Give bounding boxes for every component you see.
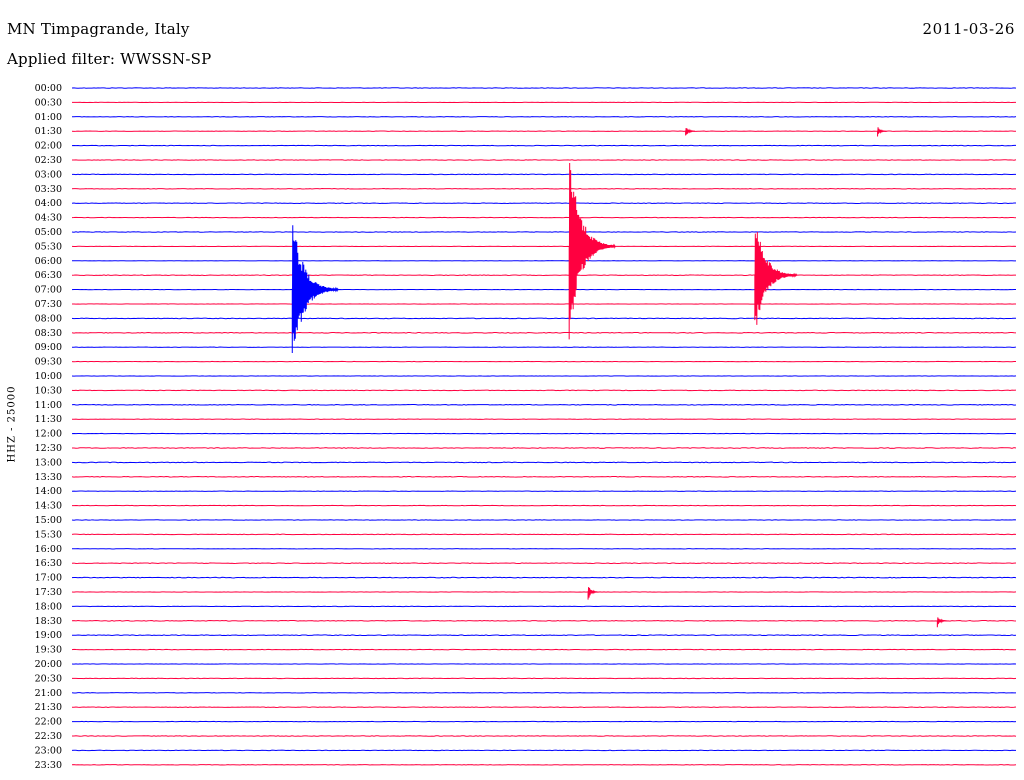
row-label: 12:30 [35,443,62,454]
event-waveform [587,587,599,600]
trace-line [71,476,1017,478]
row-label: 21:00 [35,688,62,699]
row-label: 11:00 [35,400,62,411]
row-label: 22:00 [35,717,62,728]
row-label: 22:30 [35,731,62,742]
trace-line [71,562,1017,565]
seismogram-plot: 00:00 00:30 01:00 01:30 02:00 02:30 03:00 03:30… [35,83,1017,771]
row-labels: 00:00 00:30 01:00 01:30 02:00 02:30 03:00 03:30… [35,83,62,771]
trace-line [72,735,1017,737]
trace-line [71,188,1017,190]
row-label: 07:00 [35,285,62,296]
events [291,127,947,628]
trace-line [71,576,1017,579]
row-label: 18:00 [35,601,62,612]
trace-line [71,634,1017,637]
row-label: 23:30 [35,760,62,771]
row-label: 10:00 [35,371,62,382]
row-label: 04:00 [35,198,62,209]
event-waveform [685,127,696,136]
row-label: 15:00 [35,515,62,526]
row-label: 00:30 [35,97,62,108]
row-label: 15:30 [35,529,62,540]
trace-line [71,331,1017,334]
row-label: 07:30 [35,299,62,310]
row-label: 09:30 [35,357,62,368]
row-label: 06:00 [35,256,62,267]
row-label: 13:00 [35,457,62,468]
row-label: 10:30 [35,385,62,396]
row-label: 18:30 [35,616,62,627]
row-label: 03:00 [35,169,62,180]
row-label: 13:30 [35,472,62,483]
trace-line [72,706,1017,708]
trace-line [71,461,1017,464]
row-label: 08:30 [35,328,62,339]
trace-line [71,274,1017,276]
row-label: 17:00 [35,573,62,584]
trace-line [71,317,1017,320]
trace-line [71,619,1017,622]
row-label: 02:00 [35,141,62,152]
row-label: 01:00 [35,112,62,123]
row-label: 08:00 [35,313,62,324]
row-label: 03:30 [35,184,62,195]
row-label: 14:00 [35,486,62,497]
trace-line [71,389,1017,392]
row-label: 11:30 [35,414,62,425]
row-label: 20:00 [35,659,62,670]
row-label: 23:00 [35,745,62,756]
row-label: 00:00 [35,83,62,94]
row-label: 05:30 [35,241,62,252]
row-label: 01:30 [35,126,62,137]
row-label: 19:00 [35,630,62,641]
row-label: 02:30 [35,155,62,166]
row-label: 14:30 [35,501,62,512]
row-label: 05:00 [35,227,62,238]
event-waveform [291,225,339,353]
trace-line [71,231,1017,233]
event-waveform [877,127,887,137]
row-label: 19:30 [35,645,62,656]
trace-line [72,159,1017,161]
trace-line [71,403,1017,406]
row-label: 06:30 [35,270,62,281]
trace-line [71,533,1017,536]
trace-line [71,87,1017,89]
row-label: 12:00 [35,429,62,440]
row-label: 04:30 [35,213,62,224]
event-waveform [936,617,947,628]
row-label: 21:30 [35,702,62,713]
trace-line [71,202,1017,204]
row-label: 16:00 [35,544,62,555]
row-label: 16:30 [35,558,62,569]
trace-line [72,447,1017,449]
row-label: 17:30 [35,587,62,598]
trace-line [71,173,1017,176]
traces [71,87,1017,766]
row-label: 20:30 [35,673,62,684]
row-label: 09:00 [35,342,62,353]
